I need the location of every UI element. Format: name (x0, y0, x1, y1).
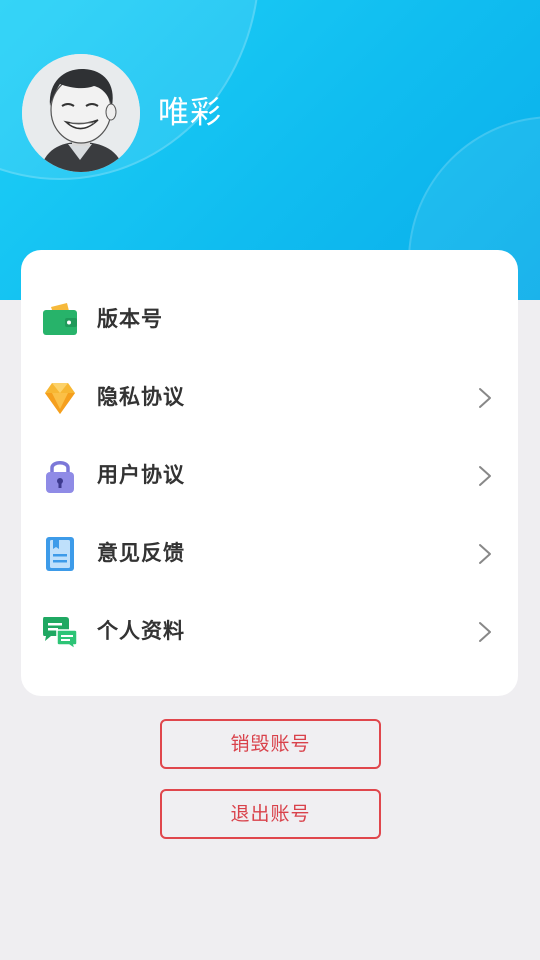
menu-item-privacy-policy[interactable]: 隐私协议 (21, 367, 518, 427)
delete-account-button[interactable]: 销毁账号 (160, 719, 381, 769)
menu-item-version[interactable]: 版本号 (21, 289, 518, 349)
logout-button[interactable]: 退出账号 (160, 789, 381, 839)
menu-item-personal-info[interactable]: 个人资料 (21, 601, 518, 661)
menu-item-user-agreement[interactable]: 用户协议 (21, 445, 518, 505)
chevron-right-icon (477, 621, 493, 643)
chevron-right-icon (477, 465, 493, 487)
avatar[interactable] (22, 54, 140, 172)
menu-item-label: 版本号 (97, 307, 163, 331)
lock-icon (41, 457, 79, 495)
menu-item-label: 隐私协议 (97, 385, 185, 409)
chevron-right-icon (477, 387, 493, 409)
menu-item-label: 用户协议 (97, 463, 185, 487)
menu-item-label: 个人资料 (97, 619, 185, 643)
menu-card: 版本号 隐私协议 用户协议 意见反馈 个人资料 (21, 250, 518, 696)
document-icon (41, 535, 79, 573)
user-name: 唯彩 (158, 95, 222, 131)
diamond-icon (41, 379, 79, 417)
avatar-illustration (22, 54, 140, 172)
chat-icon (41, 613, 79, 651)
menu-item-label: 意见反馈 (97, 541, 185, 565)
wallet-icon (41, 301, 79, 339)
menu-item-feedback[interactable]: 意见反馈 (21, 523, 518, 583)
chevron-right-icon (477, 543, 493, 565)
